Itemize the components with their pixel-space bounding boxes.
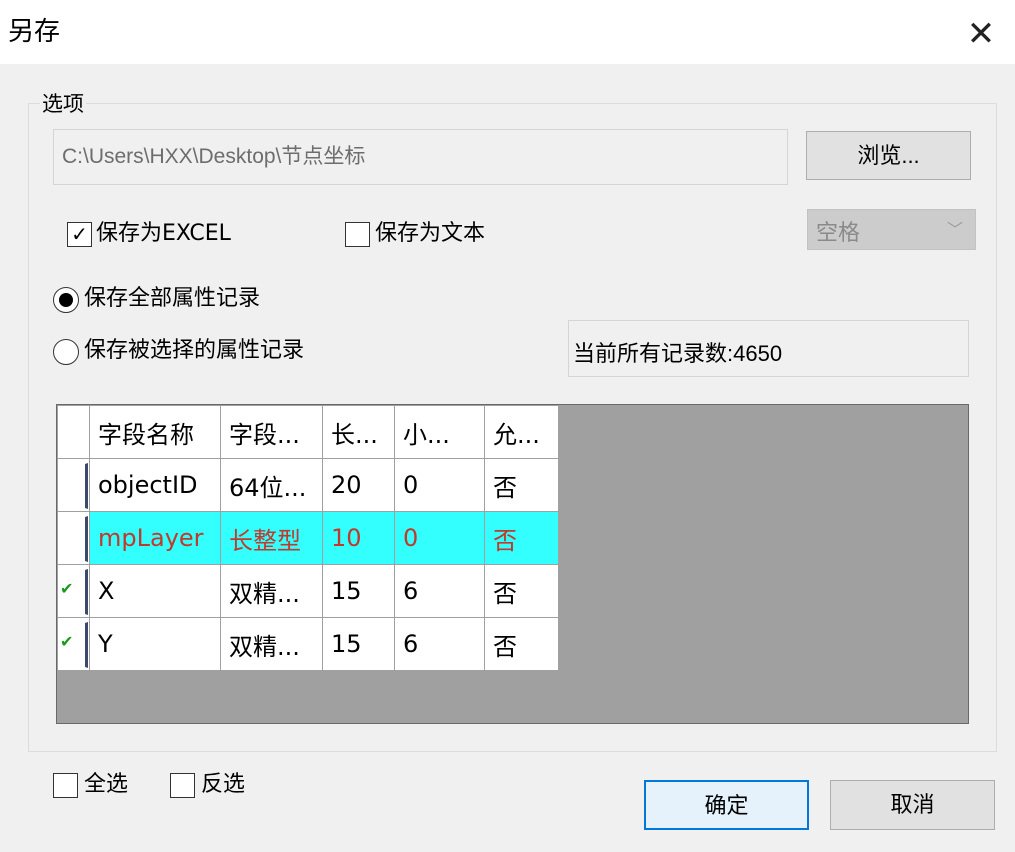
cell-field-name[interactable]: mpLayer <box>89 511 221 565</box>
table-row[interactable]: ✔ Y 双精... 15 6 否 <box>57 617 559 671</box>
browse-button[interactable]: 浏览... <box>806 131 971 180</box>
cell-allow-null[interactable]: 否 <box>484 617 559 671</box>
cancel-button[interactable]: 取消 <box>830 780 995 830</box>
save-excel-label: 保存为EXCEL <box>96 221 231 246</box>
header-length[interactable]: 长... <box>322 405 395 459</box>
cell-decimals[interactable]: 0 <box>394 511 485 565</box>
checkmark-icon: ✔ <box>60 632 74 651</box>
save-text-checkbox[interactable] <box>345 222 370 247</box>
select-all-label: 全选 <box>84 772 129 797</box>
save-selected-radio[interactable] <box>53 339 79 365</box>
cell-allow-null[interactable]: 否 <box>484 564 559 618</box>
table-row[interactable]: ✔ X 双精... 15 6 否 <box>57 564 559 618</box>
table-row[interactable]: mpLayer 长整型 10 0 否 <box>57 511 559 565</box>
cell-field-name[interactable]: objectID <box>89 458 221 512</box>
fields-grid[interactable]: 字段名称 字段... 长... 小... 允... objectID 64位..… <box>56 404 969 724</box>
cell-field-name[interactable]: X <box>89 564 221 618</box>
save-all-label: 保存全部属性记录 <box>84 286 261 311</box>
checkmark-icon: ✔ <box>60 579 74 598</box>
row-checkbox[interactable]: ✔ <box>57 617 90 671</box>
table-row[interactable]: objectID 64位... 20 0 否 <box>57 458 559 512</box>
title-bar: 另存 ✕ <box>0 0 1015 64</box>
header-allow-null[interactable]: 允... <box>484 405 559 459</box>
ok-button[interactable]: 确定 <box>644 780 809 830</box>
header-decimals[interactable]: 小... <box>394 405 485 459</box>
grid-corner-cell <box>57 405 90 459</box>
cell-decimals[interactable]: 0 <box>394 458 485 512</box>
cell-allow-null[interactable]: 否 <box>484 511 559 565</box>
record-count-display: 当前所有记录数:4650 <box>568 320 969 377</box>
save-excel-checkbox[interactable]: ✓ <box>67 222 92 247</box>
header-field-name[interactable]: 字段名称 <box>89 405 221 459</box>
cell-length[interactable]: 10 <box>322 511 395 565</box>
cell-decimals[interactable]: 6 <box>394 564 485 618</box>
close-icon[interactable]: ✕ <box>966 17 996 51</box>
save-selected-label: 保存被选择的属性记录 <box>84 338 305 363</box>
header-field-type[interactable]: 字段... <box>220 405 323 459</box>
invert-selection-label: 反选 <box>201 772 246 797</box>
cell-field-type[interactable]: 双精... <box>220 617 323 671</box>
delimiter-select[interactable]: 空格 ﹀ <box>807 209 976 250</box>
cell-field-type[interactable]: 64位... <box>220 458 323 512</box>
row-checkbox[interactable]: ✔ <box>57 564 90 618</box>
save-text-label: 保存为文本 <box>375 221 486 246</box>
row-checkbox[interactable] <box>57 511 90 565</box>
delimiter-selected-value: 空格 <box>816 221 861 246</box>
cell-allow-null[interactable]: 否 <box>484 458 559 512</box>
fields-table: 字段名称 字段... 长... 小... 允... objectID 64位..… <box>57 405 559 671</box>
save-all-radio[interactable] <box>53 287 79 313</box>
invert-selection-checkbox[interactable] <box>170 773 195 798</box>
cell-field-type[interactable]: 双精... <box>220 564 323 618</box>
cell-length[interactable]: 15 <box>322 617 395 671</box>
grid-header-row: 字段名称 字段... 长... 小... 允... <box>57 405 559 459</box>
window-title: 另存 <box>8 17 61 47</box>
cell-length[interactable]: 15 <box>322 564 395 618</box>
chevron-down-icon: ﹀ <box>946 220 963 239</box>
cell-decimals[interactable]: 6 <box>394 617 485 671</box>
cell-field-type[interactable]: 长整型 <box>220 511 323 565</box>
cell-field-name[interactable]: Y <box>89 617 221 671</box>
options-group-label: 选项 <box>40 91 86 117</box>
save-path-field[interactable]: C:\Users\HXX\Desktop\节点坐标 <box>53 129 788 185</box>
row-checkbox[interactable] <box>57 458 90 512</box>
select-all-checkbox[interactable] <box>53 773 78 798</box>
cell-length[interactable]: 20 <box>322 458 395 512</box>
